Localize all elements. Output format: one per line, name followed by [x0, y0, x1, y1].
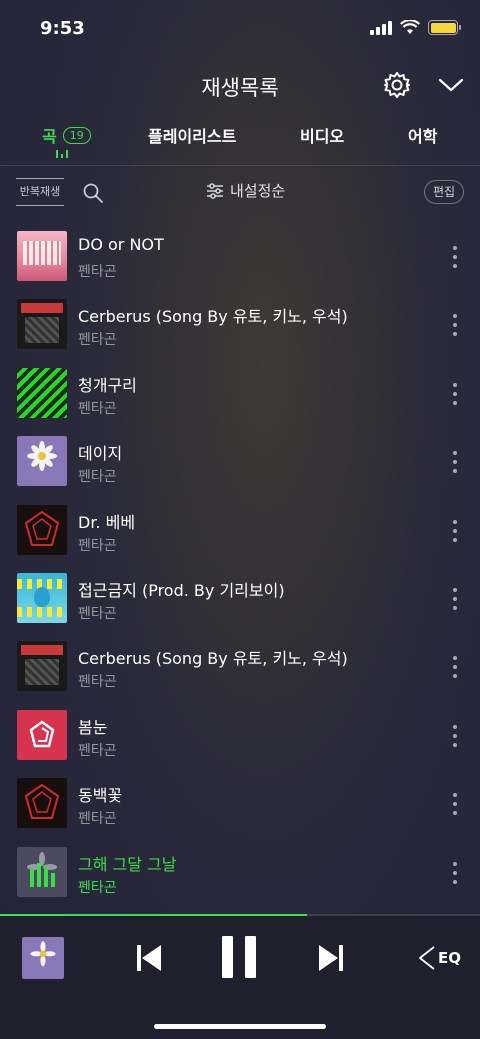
status-bar: 9:53 [0, 0, 480, 56]
more-options-icon[interactable] [446, 724, 464, 747]
song-title: 봄눈 [78, 717, 108, 737]
song-title: Dr. 베베 [78, 512, 136, 532]
next-button[interactable] [316, 942, 346, 974]
gear-icon [384, 72, 410, 98]
daisy-icon [30, 941, 56, 967]
song-row[interactable]: Cerberus (Song By 유토, 키노, 우석) 펜타곤 [0, 632, 480, 700]
album-art [17, 299, 67, 350]
song-row[interactable]: DO or NOT 펜타곤 [0, 222, 480, 290]
daisy-icon [27, 851, 57, 887]
now-playing-album-art[interactable] [22, 937, 64, 979]
wifi-icon [400, 20, 420, 34]
more-options-icon[interactable] [446, 382, 464, 405]
album-art [17, 436, 67, 487]
tab-bar: 곡 19 플레이리스트 비디오 어학 [0, 118, 480, 166]
status-icons [370, 20, 461, 35]
tab-playlist[interactable]: 플레이리스트 [148, 123, 236, 147]
skip-next-icon [319, 945, 343, 971]
song-list: DO or NOT 펜타곤 Cerberus (Song By 유토, 키노, … [0, 222, 480, 906]
collapse-button[interactable] [436, 70, 466, 100]
mini-player: EQ [0, 914, 480, 1039]
song-title: 접근금지 (Prod. By 기리보이) [78, 580, 285, 600]
song-artist: 펜타곤 [78, 811, 117, 828]
song-title: 데이지 [78, 444, 123, 464]
tab-songs-label: 곡 [42, 127, 57, 146]
song-artist: 펜타곤 [78, 264, 117, 280]
progress-bar[interactable] [0, 914, 480, 916]
more-options-icon[interactable] [446, 519, 464, 542]
previous-button[interactable] [134, 942, 164, 974]
album-art [17, 778, 67, 829]
settings-button[interactable] [382, 70, 412, 100]
song-artist: 펜타곤 [78, 537, 117, 554]
tab-songs[interactable]: 곡 19 [42, 123, 91, 147]
eq-label: EQ [438, 949, 461, 967]
song-title: DO or NOT [78, 235, 164, 254]
album-art [17, 504, 67, 555]
song-title: Cerberus (Song By 유토, 키노, 우석) [78, 649, 348, 669]
song-row[interactable]: 청개구리 펜타곤 [0, 359, 480, 427]
song-row[interactable]: 접근금지 (Prod. By 기리보이) 펜타곤 [0, 564, 480, 632]
album-art [17, 709, 67, 760]
song-artist: 펜타곤 [78, 400, 117, 417]
tab-language[interactable]: 어학 [408, 123, 437, 147]
more-options-icon[interactable] [446, 451, 464, 474]
sort-button[interactable]: 내설정순 [206, 180, 285, 201]
repeat-button[interactable]: 반복재생 [16, 178, 64, 206]
more-options-icon[interactable] [446, 246, 464, 268]
album-art [17, 572, 67, 623]
search-icon [83, 183, 103, 203]
song-artist: 펜타곤 [78, 605, 117, 622]
song-row[interactable]: Dr. 베베 펜타곤 [0, 496, 480, 564]
song-title: 그해 그달 그날 [78, 854, 177, 874]
song-artist: 펜타곤 [78, 742, 117, 759]
daisy-icon [27, 441, 57, 472]
more-options-icon[interactable] [446, 793, 464, 816]
more-options-icon[interactable] [446, 314, 464, 337]
pause-icon [222, 936, 233, 978]
song-row-now-playing[interactable]: 그해 그달 그날 펜타곤 [0, 838, 480, 906]
now-playing-equalizer-icon [56, 150, 68, 158]
header: 재생목록 [0, 62, 480, 108]
sort-label: 내설정순 [230, 182, 286, 200]
chevron-down-icon [438, 78, 464, 92]
song-row[interactable]: 동백꽃 펜타곤 [0, 769, 480, 837]
search-button[interactable] [82, 182, 104, 204]
skip-previous-icon [137, 945, 161, 971]
equalizer-button[interactable]: EQ [418, 944, 462, 972]
status-time: 9:53 [40, 18, 85, 39]
home-indicator [154, 1024, 326, 1029]
album-art [17, 846, 67, 897]
pause-button[interactable] [222, 936, 256, 978]
song-artist: 펜타곤 [78, 674, 117, 691]
pentagon-logo-icon [29, 720, 55, 747]
song-artist: 펜타곤 [78, 879, 117, 896]
pentagon-logo-icon [24, 783, 60, 820]
album-art [17, 641, 67, 692]
song-artist: 펜타곤 [78, 469, 117, 486]
progress-fill [0, 914, 308, 916]
battery-icon [428, 20, 461, 35]
tab-video[interactable]: 비디오 [300, 123, 344, 147]
more-options-icon[interactable] [446, 587, 464, 610]
album-art [17, 231, 67, 281]
pentagon-logo-icon [24, 510, 60, 546]
song-row[interactable]: 데이지 펜타곤 [0, 427, 480, 495]
song-artist: 펜타곤 [78, 332, 117, 349]
edit-button[interactable]: 편집 [424, 180, 464, 204]
song-row[interactable]: 봄눈 펜타곤 [0, 701, 480, 769]
song-title: 동백꽃 [78, 786, 123, 806]
album-art [17, 367, 67, 418]
song-title: Cerberus (Song By 유토, 키노, 우석) [78, 307, 348, 327]
sort-sliders-icon [207, 182, 223, 199]
song-title: 청개구리 [78, 375, 137, 395]
list-toolbar: 반복재생 내설정순 편집 [0, 174, 480, 210]
speaker-icon [419, 946, 435, 970]
signal-icon [370, 20, 392, 35]
song-count-badge: 19 [62, 126, 91, 144]
more-options-icon[interactable] [446, 656, 464, 679]
song-row[interactable]: Cerberus (Song By 유토, 키노, 우석) 펜타곤 [0, 290, 480, 358]
more-options-icon[interactable] [446, 861, 464, 884]
